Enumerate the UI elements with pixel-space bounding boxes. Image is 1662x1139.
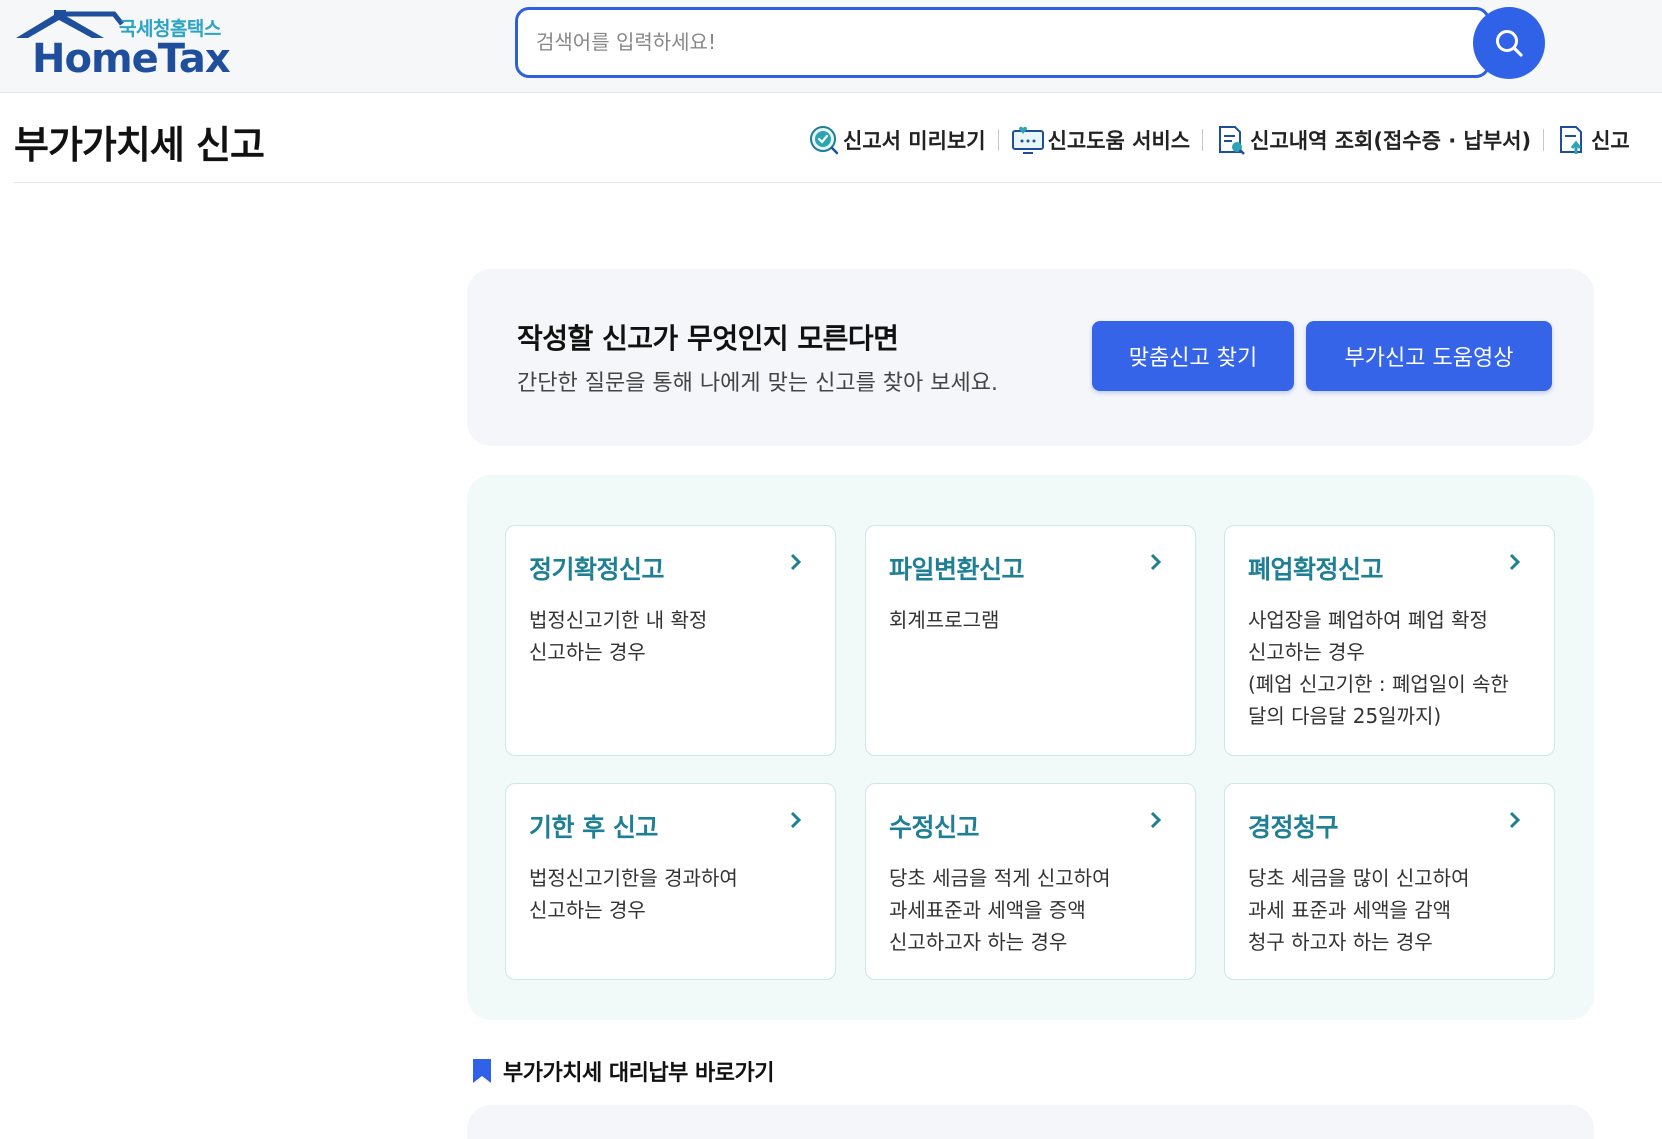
card-regular-report[interactable]: 정기확정신고 법정신고기한 내 확정 신고하는 경우 [505, 525, 836, 756]
quick-links: 신고서 미리보기 신고도움 서비스 신고내역 조회(접수증 · 납부서) 신고 [808, 124, 1630, 156]
card-desc-line: 과세 표준과 세액을 감액 [1248, 898, 1452, 922]
page-title: 부가가치세 신고 [14, 123, 265, 167]
card-title: 정기확정신고 [529, 555, 665, 584]
logo-wordmark: HomeTax [32, 36, 231, 82]
section-title: 부가가치세 대리납부 바로가기 [503, 1061, 774, 1086]
preview-check-icon [810, 126, 839, 155]
card-file-conversion[interactable]: 파일변환신고 회계프로그램 [865, 525, 1196, 756]
card-amended-report[interactable]: 수정신고 당초 세금을 적게 신고하여 과세표준과 세액을 증액 신고하고자 하… [865, 783, 1196, 980]
quick-link-label: 신고도움 서비스 [1047, 129, 1191, 153]
card-title: 파일변환신고 [889, 555, 1025, 584]
hometax-logo[interactable]: 국세청홈택스 HomeTax [14, 8, 231, 82]
divider [1202, 129, 1204, 151]
card-description: 법정신고기한을 경과하여 신고하는 경우 [529, 862, 738, 926]
search-input[interactable] [536, 22, 1396, 62]
card-description: 당초 세금을 많이 신고하여 과세 표준과 세액을 감액 청구 하고자 하는 경… [1248, 862, 1469, 958]
card-title: 기한 후 신고 [529, 813, 658, 842]
card-desc-line: 당초 세금을 많이 신고하여 [1248, 866, 1470, 890]
quick-link-label: 신고내역 조회(접수증 · 납부서) [1250, 129, 1532, 153]
guide-description: 간단한 질문을 통해 나에게 맞는 신고를 찾아 보세요. [517, 371, 998, 396]
card-desc-line: 신고하는 경우 [1248, 640, 1365, 664]
quick-link-label: 신고서 미리보기 [843, 129, 986, 153]
quick-link-label: 신고 [1591, 129, 1630, 153]
chevron-right-icon [790, 811, 802, 829]
card-desc-line: 회계프로그램 [889, 608, 1000, 632]
quick-link-help-service[interactable]: 신고도움 서비스 [1011, 125, 1191, 155]
card-title: 수정신고 [889, 813, 980, 842]
quick-link-history[interactable]: 신고내역 조회(접수증 · 납부서) [1215, 124, 1531, 156]
divider [1543, 129, 1545, 151]
quick-link-preview[interactable]: 신고서 미리보기 [808, 124, 986, 156]
document-search-icon [1219, 126, 1246, 155]
card-correction-claim[interactable]: 경정청구 당초 세금을 많이 신고하여 과세 표준과 세액을 감액 청구 하고자… [1224, 783, 1555, 980]
quick-link-more[interactable]: 신고 [1556, 124, 1630, 156]
card-description: 당초 세금을 적게 신고하여 과세표준과 세액을 증액 신고하고자 하는 경우 [889, 862, 1110, 958]
card-closure-report[interactable]: 폐업확정신고 사업장을 폐업하여 폐업 확정 신고하는 경우 (폐업 신고기한 … [1224, 525, 1555, 756]
guide-banner: 작성할 신고가 무엇인지 모른다면 간단한 질문을 통해 나에게 맞는 신고를 … [467, 269, 1594, 446]
search-icon [1496, 30, 1523, 57]
card-desc-line: 청구 하고자 하는 경우 [1248, 930, 1433, 954]
chevron-right-icon [790, 553, 802, 571]
monitor-help-icon [1011, 126, 1044, 154]
guide-title: 작성할 신고가 무엇인지 모른다면 [517, 322, 899, 355]
chevron-right-icon [1150, 553, 1162, 571]
chevron-right-icon [1150, 811, 1162, 829]
card-title: 폐업확정신고 [1248, 555, 1384, 584]
find-report-button[interactable]: 맞춤신고 찾기 [1092, 321, 1294, 391]
card-desc-line: 신고하고자 하는 경우 [889, 930, 1068, 954]
card-desc-line: 당초 세금을 적게 신고하여 [889, 866, 1111, 890]
card-desc-line: 신고하는 경우 [529, 640, 646, 664]
search-box [515, 7, 1490, 78]
chevron-right-icon [1509, 553, 1521, 571]
card-description: 회계프로그램 [889, 604, 999, 636]
page-title-bar: 부가가치세 신고 신고서 미리보기 신고도움 서비스 신고내역 조회(접수증 ·… [14, 94, 1662, 183]
document-upload-icon [1560, 126, 1583, 154]
card-desc-line: 사업장을 폐업하여 폐업 확정 [1248, 608, 1488, 632]
section-heading: 부가가치세 대리납부 바로가기 [471, 1055, 774, 1087]
card-description: 법정신고기한 내 확정 신고하는 경우 [529, 604, 707, 668]
report-type-cards: 정기확정신고 법정신고기한 내 확정 신고하는 경우 파일변환신고 회계프로그램… [467, 475, 1594, 1020]
card-desc-line: 법정신고기한을 경과하여 [529, 866, 738, 890]
card-desc-line: 신고하는 경우 [529, 898, 646, 922]
top-header: 국세청홈택스 HomeTax [0, 0, 1662, 93]
search-button[interactable] [1473, 7, 1545, 79]
card-desc-line: 과세표준과 세액을 증액 [889, 898, 1086, 922]
card-desc-line: 달의 다음달 25일까지) [1248, 704, 1442, 728]
card-desc-line: 법정신고기한 내 확정 [529, 608, 708, 632]
card-title: 경정청구 [1248, 813, 1339, 842]
bookmark-icon [473, 1059, 491, 1083]
card-desc-line: (폐업 신고기한 : 폐업일이 속한 [1248, 672, 1509, 696]
proxy-payment-panel [467, 1105, 1594, 1139]
card-late-report[interactable]: 기한 후 신고 법정신고기한을 경과하여 신고하는 경우 [505, 783, 836, 980]
divider [997, 129, 999, 151]
chevron-right-icon [1509, 811, 1521, 829]
card-description: 사업장을 폐업하여 폐업 확정 신고하는 경우 (폐업 신고기한 : 폐업일이 … [1248, 604, 1509, 732]
help-video-button[interactable]: 부가신고 도움영상 [1306, 321, 1552, 391]
